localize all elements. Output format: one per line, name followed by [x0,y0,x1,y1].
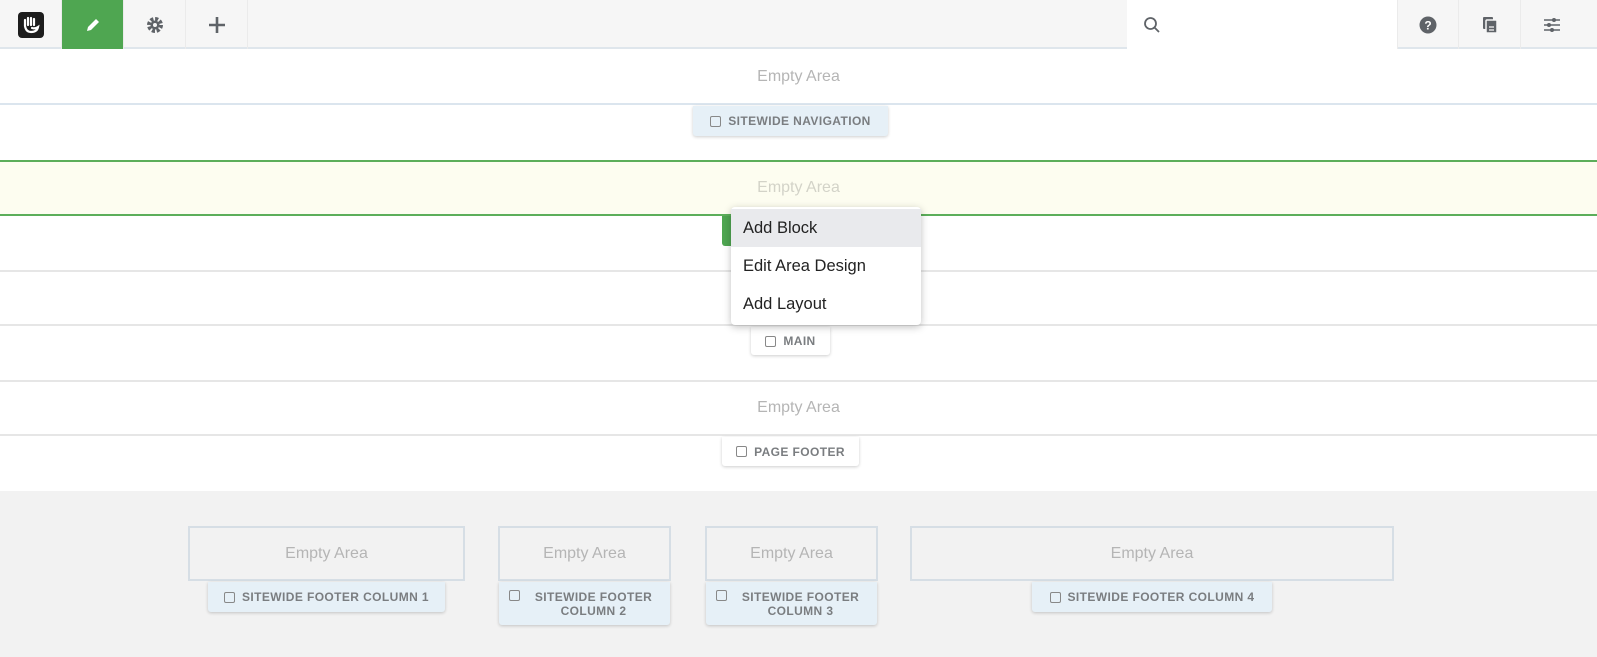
area-tab-footer-column-1[interactable]: SITEWIDE FOOTER COLUMN 1 [208,582,445,612]
checkbox-icon [1049,591,1061,603]
gear-icon [146,16,163,33]
concrete-logo-button[interactable] [0,0,62,49]
search-icon [1144,16,1160,33]
edit-mode-button[interactable] [62,0,124,49]
checkbox-icon [710,115,722,127]
area-tab-footer-column-4[interactable]: SITEWIDE FOOTER COLUMN 4 [1032,582,1272,612]
area-tab-main[interactable]: MAIN [751,327,830,355]
help-button[interactable]: ? [1397,0,1459,49]
checkbox-icon [224,591,236,603]
pencil-icon [86,18,99,31]
settings-button[interactable] [124,0,186,49]
search-input[interactable] [1127,0,1397,49]
concrete-logo-icon [17,11,44,38]
footer-empty-area-2[interactable]: Empty Area [498,526,671,581]
sitemap-button[interactable] [1459,0,1521,49]
pages-icon [1482,16,1498,34]
area-tab-sitewide-navigation[interactable]: SITEWIDE NAVIGATION [693,106,888,136]
help-icon: ? [1419,16,1437,33]
area-border [0,103,1597,105]
svg-text:?: ? [1424,18,1431,32]
menu-item-add-block[interactable]: Add Block [731,209,921,247]
add-button[interactable] [186,0,248,49]
plus-icon [208,16,225,33]
empty-area[interactable]: Empty Area [0,68,1597,86]
toolbar: ? [0,0,1597,49]
panel-settings-button[interactable] [1521,0,1583,49]
empty-area: Empty Area [757,179,840,196]
empty-area[interactable]: Empty Area [0,399,1597,417]
area-context-menu: Add Block Edit Area Design Add Layout [731,207,921,325]
footer-empty-area-3[interactable]: Empty Area [705,526,878,581]
checkbox-icon [765,335,777,347]
menu-item-edit-area-design[interactable]: Edit Area Design [731,247,921,285]
checkbox-icon [736,446,748,457]
area-tab-footer-column-2[interactable]: SITEWIDE FOOTER COLUMN 2 [499,582,670,625]
footer-empty-area-4[interactable]: Empty Area [910,526,1394,581]
checkbox-icon [716,590,727,601]
menu-item-add-layout[interactable]: Add Layout [731,285,921,323]
footer-empty-area-1[interactable]: Empty Area [188,526,465,581]
checkbox-icon [509,590,520,601]
area-border [0,380,1597,382]
area-border [0,434,1597,436]
area-tab-page-footer[interactable]: PAGE FOOTER [722,437,859,466]
sliders-icon [1544,17,1560,32]
area-tab-footer-column-3[interactable]: SITEWIDE FOOTER COLUMN 3 [706,582,877,625]
